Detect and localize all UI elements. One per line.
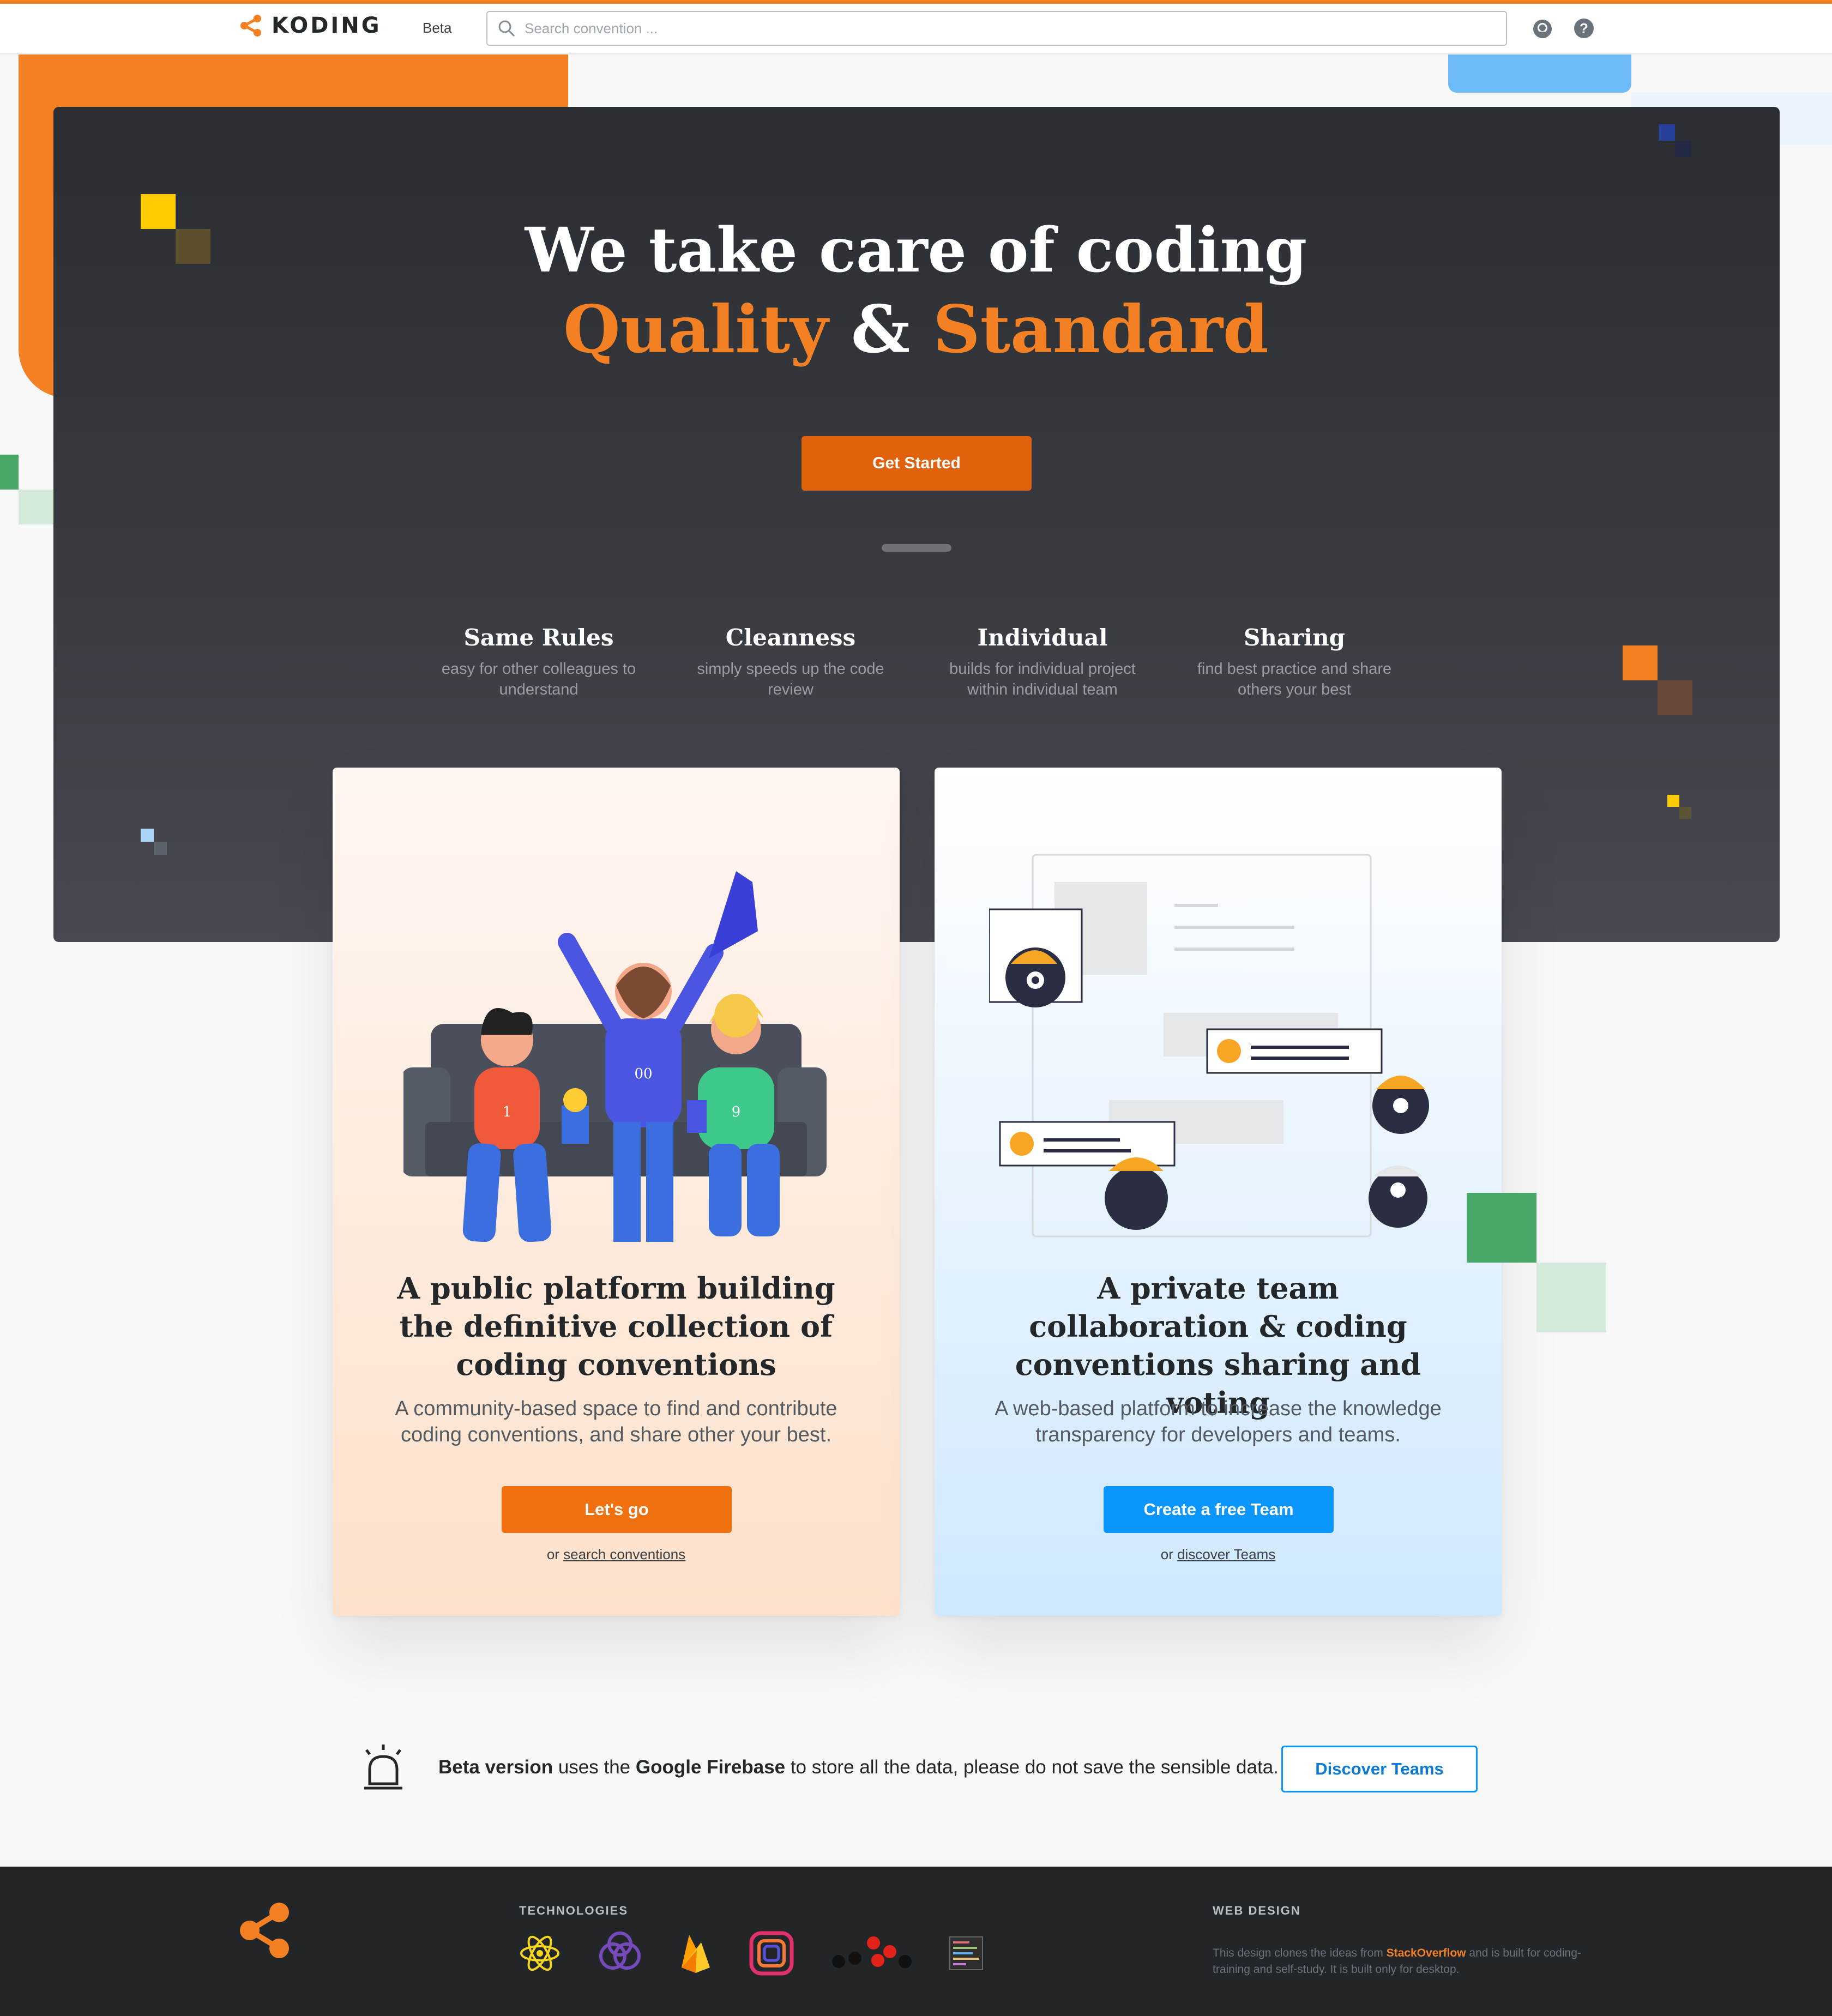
decorative-square xyxy=(0,455,19,490)
feature-sharing: Sharing find best practice and share oth… xyxy=(1196,621,1393,700)
design-text: This design clones the ideas from xyxy=(1213,1947,1387,1959)
card-description: A community-based space to find and cont… xyxy=(395,1397,837,1446)
decorative-blue-shape xyxy=(1448,55,1631,93)
discover-teams-button[interactable]: Discover Teams xyxy=(1281,1746,1478,1792)
lets-go-button[interactable]: Let's go xyxy=(502,1486,732,1533)
decorative-square xyxy=(1667,795,1679,807)
decorative-square xyxy=(1659,124,1675,141)
share-logo-icon xyxy=(240,15,261,37)
private-team-card: A private team collaboration & coding co… xyxy=(935,768,1502,1616)
search-input[interactable] xyxy=(523,19,1453,38)
feature-desc: find best practice and share others your… xyxy=(1197,660,1392,698)
feature-desc: easy for other colleagues to understand xyxy=(441,660,636,698)
react-icon[interactable] xyxy=(519,1933,561,1974)
instagram-style-icon[interactable] xyxy=(748,1930,795,1977)
github-icon[interactable] xyxy=(1532,19,1553,42)
web-design-heading: WEB DESIGN xyxy=(1213,1904,1301,1917)
ampersand: & xyxy=(828,291,933,368)
decorative-square xyxy=(1623,645,1658,680)
nodes-icon[interactable] xyxy=(831,1930,913,1977)
feature-title: Sharing xyxy=(1243,624,1346,651)
share-logo-icon[interactable] xyxy=(238,1900,292,1960)
quality-word: Quality xyxy=(563,291,829,368)
alt-prefix: or xyxy=(546,1546,564,1562)
feature-title: Cleanness xyxy=(725,624,856,651)
technologies-heading: TECHNOLOGIES xyxy=(519,1904,629,1917)
feature-desc: builds for individual project within ind… xyxy=(949,660,1136,698)
web-design-text: This design clones the ideas from StackO… xyxy=(1213,1945,1616,1978)
redux-icon[interactable] xyxy=(596,1930,643,1977)
card-alt-line: or discover Teams xyxy=(935,1546,1502,1563)
help-icon[interactable]: ? xyxy=(1574,19,1594,38)
friends-on-couch-illustration: 1 00 9 xyxy=(403,871,827,1242)
decorative-square xyxy=(19,490,53,524)
jersey-number: 00 xyxy=(634,1066,652,1082)
decorative-square xyxy=(1679,807,1691,819)
team-collaboration-illustration xyxy=(989,854,1429,1238)
standard-word: Standard xyxy=(932,291,1269,368)
alarm-siren-icon xyxy=(364,1745,402,1790)
card-description: A web-based platform to increase the kno… xyxy=(995,1397,1442,1446)
tech-icon-row xyxy=(519,1930,984,1977)
search-icon xyxy=(498,20,515,37)
decorative-square xyxy=(1467,1193,1536,1263)
notice-bold-beta: Beta version xyxy=(438,1757,553,1778)
card-alt-line: or search conventions xyxy=(333,1546,900,1563)
card-title: A public platform building the definitiv… xyxy=(397,1271,835,1382)
hero-subtitle: Quality & Standard xyxy=(0,289,1832,371)
feature-desc: simply speeds up the code review xyxy=(697,660,884,698)
search-box[interactable] xyxy=(486,11,1507,46)
feature-title: Same Rules xyxy=(463,624,614,651)
search-conventions-link[interactable]: search conventions xyxy=(563,1546,685,1562)
jersey-number: 1 xyxy=(503,1104,512,1120)
notice-text: to store all the data, please do not sav… xyxy=(785,1757,1279,1778)
beta-notice: Beta version uses the Google Firebase to… xyxy=(438,1757,1279,1778)
feature-cleanness: Cleanness simply speeds up the code revi… xyxy=(692,621,889,700)
stackoverflow-link[interactable]: StackOverflow xyxy=(1387,1947,1466,1959)
logo[interactable]: KODING xyxy=(239,13,382,38)
feature-individual: Individual builds for individual project… xyxy=(944,621,1141,700)
create-free-team-button[interactable]: Create a free Team xyxy=(1104,1486,1334,1533)
code-grid-icon[interactable] xyxy=(949,1936,984,1971)
feature-same-rules: Same Rules easy for other colleagues to … xyxy=(441,621,637,700)
decorative-square xyxy=(1675,141,1691,157)
jersey-number: 9 xyxy=(732,1104,741,1120)
decorative-square xyxy=(141,829,154,842)
discover-teams-link[interactable]: discover Teams xyxy=(1177,1546,1275,1562)
firebase-icon[interactable] xyxy=(679,1933,712,1974)
public-platform-card: 1 00 9 A public platform building the de… xyxy=(333,768,900,1616)
get-started-button[interactable]: Get Started xyxy=(801,436,1032,491)
scroll-indicator xyxy=(882,544,951,552)
alt-prefix: or xyxy=(1160,1546,1178,1562)
notice-text: uses the xyxy=(553,1757,636,1778)
notice-bold-firebase: Google Firebase xyxy=(635,1757,786,1778)
decorative-square xyxy=(1536,1263,1606,1332)
hero-title: We take care of coding xyxy=(525,215,1307,286)
feature-title: Individual xyxy=(977,624,1108,651)
decorative-square xyxy=(154,842,167,855)
beta-label: Beta xyxy=(423,20,452,36)
brand-name: KODING xyxy=(272,13,382,38)
decorative-square xyxy=(1658,680,1692,715)
